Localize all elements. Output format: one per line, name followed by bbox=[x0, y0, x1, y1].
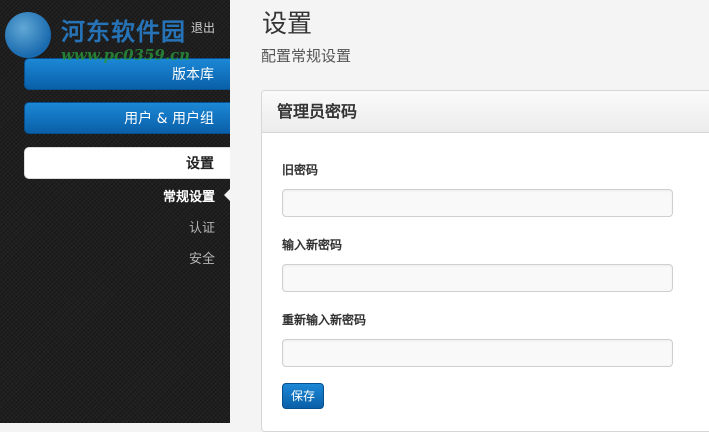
admin-password-panel: 管理员密码 旧密码 输入新密码 重新输入新密码 保存 bbox=[261, 90, 709, 432]
sidebar: 退出 版本库 用户 & 用户组 设置 常规设置 认证 安全 bbox=[0, 0, 231, 423]
panel-title: 管理员密码 bbox=[262, 91, 709, 133]
page-subtitle: 配置常规设置 bbox=[261, 47, 352, 65]
main-content: 设置 配置常规设置 管理员密码 旧密码 输入新密码 重新输入新密码 保存 bbox=[230, 0, 709, 432]
confirm-password-label: 重新输入新密码 bbox=[282, 313, 367, 327]
page-title: 设置 bbox=[262, 9, 313, 38]
subnav-general-settings[interactable]: 常规设置 bbox=[24, 186, 215, 205]
old-password-input[interactable] bbox=[282, 189, 673, 217]
nav-settings[interactable]: 设置 bbox=[24, 147, 230, 179]
new-password-input[interactable] bbox=[282, 264, 673, 292]
nav-users-groups[interactable]: 用户 & 用户组 bbox=[24, 102, 230, 134]
old-password-label: 旧密码 bbox=[282, 163, 319, 177]
new-password-label: 输入新密码 bbox=[282, 238, 343, 252]
nav-repositories[interactable]: 版本库 bbox=[24, 58, 230, 90]
confirm-password-input[interactable] bbox=[282, 339, 673, 367]
logout-link[interactable]: 退出 bbox=[150, 19, 215, 36]
subnav-authentication[interactable]: 认证 bbox=[24, 217, 215, 236]
subnav-security[interactable]: 安全 bbox=[24, 248, 215, 267]
save-button[interactable]: 保存 bbox=[282, 383, 325, 409]
